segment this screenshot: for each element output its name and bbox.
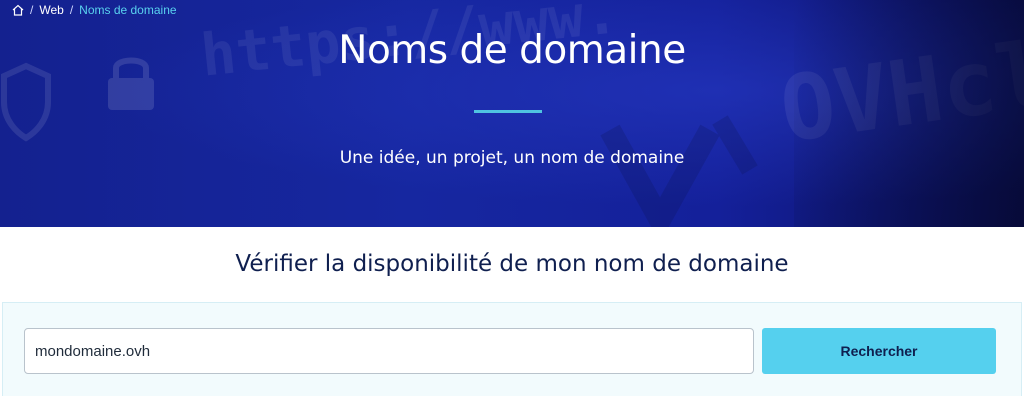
- title-divider: [474, 110, 542, 113]
- breadcrumb-item-current: Noms de domaine: [79, 3, 177, 17]
- search-panel: Rechercher: [2, 302, 1022, 396]
- home-icon[interactable]: [12, 4, 24, 16]
- search-heading: Vérifier la disponibilité de mon nom de …: [235, 251, 789, 277]
- check-mark-icon: [600, 115, 758, 227]
- hero-banner: https://www. OVHcl / Web / Noms de domai…: [0, 0, 1024, 227]
- breadcrumb: / Web / Noms de domaine: [12, 3, 177, 17]
- domain-search-input[interactable]: [24, 328, 754, 374]
- page-title: Noms de domaine: [338, 28, 686, 73]
- hero-subtitle: Une idée, un projet, un nom de domaine: [339, 148, 685, 168]
- shield-icon: [1, 62, 51, 142]
- breadcrumb-separator: /: [69, 3, 74, 17]
- breadcrumb-item-web[interactable]: Web: [39, 3, 63, 17]
- breadcrumb-separator: /: [30, 3, 34, 17]
- search-button[interactable]: Rechercher: [762, 328, 996, 374]
